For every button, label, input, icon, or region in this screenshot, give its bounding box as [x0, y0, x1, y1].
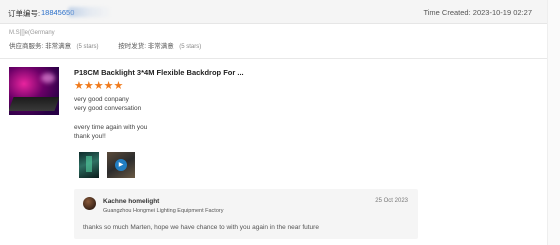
review-line: very good conpany — [74, 96, 129, 103]
avatar — [83, 197, 96, 210]
delivery-rating: 按时发货: 非常满意 — [118, 43, 174, 50]
reply-text: thanks so much Marten, hope we have chan… — [83, 224, 319, 231]
order-number-redaction — [68, 7, 112, 17]
divider — [0, 58, 547, 59]
rating-stars: ★★★★★ — [74, 80, 124, 92]
order-number-label: 订单编号: — [8, 9, 41, 18]
thumbnail-glow — [41, 73, 55, 83]
review-video[interactable]: ▶ — [107, 152, 135, 178]
seller-name: Kachne homelight — [103, 198, 160, 205]
review-photo[interactable] — [79, 152, 99, 178]
seller-company: Guangzhou Hongmei Lighting Equipment Fac… — [103, 208, 224, 214]
review-line: very good conversation — [74, 105, 142, 112]
supplier-service-stars: (5 stars) — [76, 44, 99, 50]
supplier-service-rating: 供应商服务: 非常满意 — [9, 43, 72, 50]
seller-reply: Kachne homelight Guangzhou Hongmei Light… — [74, 189, 418, 239]
scrollbar[interactable] — [547, 0, 560, 245]
reply-date: 25 Oct 2023 — [375, 198, 408, 204]
product-thumbnail[interactable] — [9, 67, 59, 115]
delivery-stars: (5 stars) — [179, 44, 202, 50]
order-header: 订单编号: 18845650 Time Created: 2023-10-19 … — [0, 0, 547, 24]
time-created: Time Created: 2023-10-19 02:27 — [423, 8, 532, 17]
buyer-name: M.S[[]e(Germany — [9, 30, 55, 36]
play-icon[interactable]: ▶ — [115, 159, 127, 171]
review-line: every time again with you — [74, 124, 148, 131]
product-title[interactable]: P18CM Backlight 3*4M Flexible Backdrop F… — [74, 68, 244, 77]
thumbnail-deck — [9, 97, 59, 111]
review-line: thank you!! — [74, 133, 106, 140]
service-ratings: 供应商服务: 非常满意 (5 stars) 按时发货: 非常满意 (5 star… — [9, 40, 201, 50]
